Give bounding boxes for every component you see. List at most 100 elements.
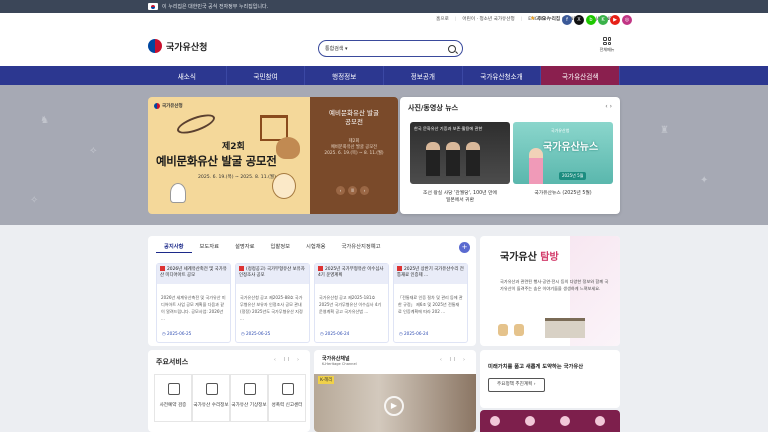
channel-video[interactable]: K-헤리 ▶ [314,374,476,432]
favorite-sites-button[interactable]: ★ 주요 누리집 [530,15,560,22]
gnb-item[interactable]: 정보공개 [384,66,463,85]
notice-card[interactable]: 2026년 세계유산축전 및 국가유산 미디어아트 공모 2026년 세계유산축전… [156,263,231,343]
tour-title-a: 국가유산 [500,252,537,263]
notice-card-body: 국가유산청 공고 제2025-181호 2025년 국가무형유산 이수심사 4기… [319,295,382,314]
instagram-icon[interactable]: ◎ [622,15,632,25]
more-button[interactable]: + [459,242,470,253]
pot-illustration [276,137,300,159]
palace-illustration [545,318,585,338]
all-menu-button[interactable]: 전체메뉴 [597,37,617,53]
heritage-tour-panel[interactable]: 국가유산 탐방 국가유산과 관련된 행사·공연·전시 등의 다양한 정보와 함께… [480,236,620,346]
site-logo[interactable]: 국가유산청 [148,39,207,53]
social-links: f Xb K ▶ ◎ [562,15,632,25]
side-sub-3: 2025. 6. 19.(목) ~ 8. 11.(월) [324,151,384,156]
main-services: 주요서비스 ‹ II › 사전예약 검증 국가유산 수리정보 국가유산 기상정보 성폭… [148,350,310,432]
youtube-icon[interactable]: ▶ [610,15,620,25]
next-button[interactable]: › [360,186,369,195]
gov-banner-text: 이 누리집은 대한민국 공식 전자정부 누리집입니다. [162,4,269,10]
notice-tab[interactable]: 시험채용 [298,241,334,253]
tour-description: 국가유산과 관련된 행사·공연·전시 등의 다양한 정보와 함께 국가유산이 들… [500,279,609,291]
gnb-item[interactable]: 새소식 [148,66,227,85]
notice-card[interactable]: 2025년 상반기 국가유산수리 전통재료 인증제 ... 「전통재료 인증 절차… [393,263,468,343]
heritage-channel: 국가유산채널 K-Heritage Channel ‹ II › K-헤리 ▶ [314,350,476,432]
service-icon [282,383,294,395]
gnb-item[interactable]: 행정정보 [305,66,385,85]
gnb-item[interactable]: 국가유산검색 [541,66,621,85]
news-card-caption[interactable]: 국가유산뉴스 (2025년 5월) [513,190,613,197]
bottom-banner[interactable] [480,410,620,432]
search-scope-select[interactable]: 통합검색 ▾ [325,45,348,52]
news-card[interactable]: 한국 문화유산 기증과 보존·활용에 관한 [410,122,510,184]
contest-banner[interactable]: 국가유산청 제2회 예비문화유산 발굴 공모전 2025. 6. 19.(목) … [148,97,310,214]
gnb-item[interactable]: 국민참여 [227,66,306,85]
notice-flag-icon [318,266,323,271]
kakao-icon[interactable]: K [598,15,608,25]
prev-button[interactable]: ‹ [336,186,345,195]
channel-controls[interactable]: ‹ II › [440,357,468,363]
notice-tabs: 공지사항 보도자료 설명자료 입찰정보 시험채용 국가유산지정예고 [156,241,389,253]
notice-card-date: ◷ 2025-06-24 [399,331,429,336]
notice-card-date: ◷ 2025-06-25 [241,331,271,336]
korea-flag-icon [148,3,158,10]
service-icon [244,383,256,395]
service-item[interactable]: 국가유산 기상정보 [230,374,268,422]
character-icon [490,416,500,426]
news-card[interactable]: 국가유산청 국가유산뉴스 2025년 5월 [513,122,613,184]
blog-icon[interactable]: b [586,15,596,25]
service-item[interactable]: 국가유산 수리정보 [192,374,230,422]
news-title: 사진/동영상 뉴스 [408,104,459,112]
play-icon[interactable]: ▶ [384,396,404,416]
character-icon [560,416,570,426]
notice-card-body: 2026년 세계유산축전 및 국가유산 미디어아트 사업 공모 계획을 다음과 … [161,295,226,321]
side-title-2: 공모전 [345,118,363,126]
services-controls[interactable]: ‹ II › [274,357,302,363]
notice-flag-icon [239,266,244,271]
petroglyph-icon: ♜ [660,125,669,136]
character-icon [525,416,535,426]
x-icon[interactable]: X [574,15,584,25]
banner-brand: 국가유산청 [154,103,183,109]
service-icon [168,383,180,395]
notice-tab[interactable]: 공지사항 [156,241,192,253]
notice-card-date: ◷ 2025-06-25 [162,331,192,336]
facebook-icon[interactable]: f [562,15,572,25]
home-link[interactable]: 홈으로 [436,16,449,22]
channel-heading: 국가유산채널 K-Heritage Channel [322,356,357,366]
gnb-item[interactable]: 국가유산청소개 [463,66,542,85]
character-illustration [272,173,296,199]
video-tag: K-헤리 [318,376,335,384]
search-input[interactable] [353,45,448,52]
search-icon[interactable] [448,44,456,53]
notice-tab[interactable]: 국가유산지정예고 [334,241,389,253]
star-icon: ★ [530,15,536,22]
banner-pager: ‹ II › [336,186,369,195]
notice-tab[interactable]: 설명자료 [227,241,263,253]
service-item[interactable]: 사전예약 검증 [154,374,192,422]
artifact-illustration [174,110,218,138]
news-card-caption[interactable]: 조선 왕실 사당 '관월당', 100년 만에 일본에서 귀환 [410,190,510,204]
notice-tab[interactable]: 입찰정보 [263,241,299,253]
petroglyph-icon: ♞ [40,115,49,126]
kids-link[interactable]: 어린이 · 청소년 국가유산청 [462,16,514,22]
notice-card-body: 「전통재료 인증 절차 및 관리 등에 관한 규정」 제6조 및 2025년 전… [398,295,463,314]
notice-flag-icon [160,266,165,271]
figure-illustration [514,324,524,336]
notice-tab[interactable]: 보도자료 [192,241,228,253]
side-title-1: 예비문화유산 발굴 [329,109,379,117]
pause-button[interactable]: II [348,186,357,195]
services-title: 주요서비스 [156,358,189,366]
policy-plan-button[interactable]: 주요정책 추진계획 › [488,378,545,392]
news-arrows[interactable]: ‹ › [605,103,612,110]
notice-card-title: 2026년 세계유산축전 및 국가유산 미디어아트 공모 [157,264,230,284]
service-item[interactable]: 성폭력 신고센터 [268,374,306,422]
favorite-sites-label: 주요 누리집 [537,16,561,22]
page: 이 누리집은 대한민국 공식 전자정부 누리집입니다. 홈으로 | 어린이 · 청… [0,0,768,432]
main-navigation: 새소식 국민참여 행정정보 정보공개 국가유산청소개 국가유산검색 [148,66,621,85]
site-logo-text: 국가유산청 [166,42,208,53]
notice-card-title: 2025년 국가무형유산 이수심사 4기 운영계획 [315,264,388,284]
notice-card[interactable]: 2025년 국가무형유산 이수심사 4기 운영계획국가유산청 공고 제2025-… [314,263,389,343]
notice-card[interactable]: (정정공고) 국가무형유산 보유자 인정조사 공모 국가유산청 공고 제2025-… [235,263,310,343]
notice-card-date: ◷ 2025-06-24 [320,331,350,336]
search-box: 통합검색 ▾ [318,40,463,57]
notice-card-title: 2025년 상반기 국가유산수리 전통재료 인증제 ... [394,264,467,284]
